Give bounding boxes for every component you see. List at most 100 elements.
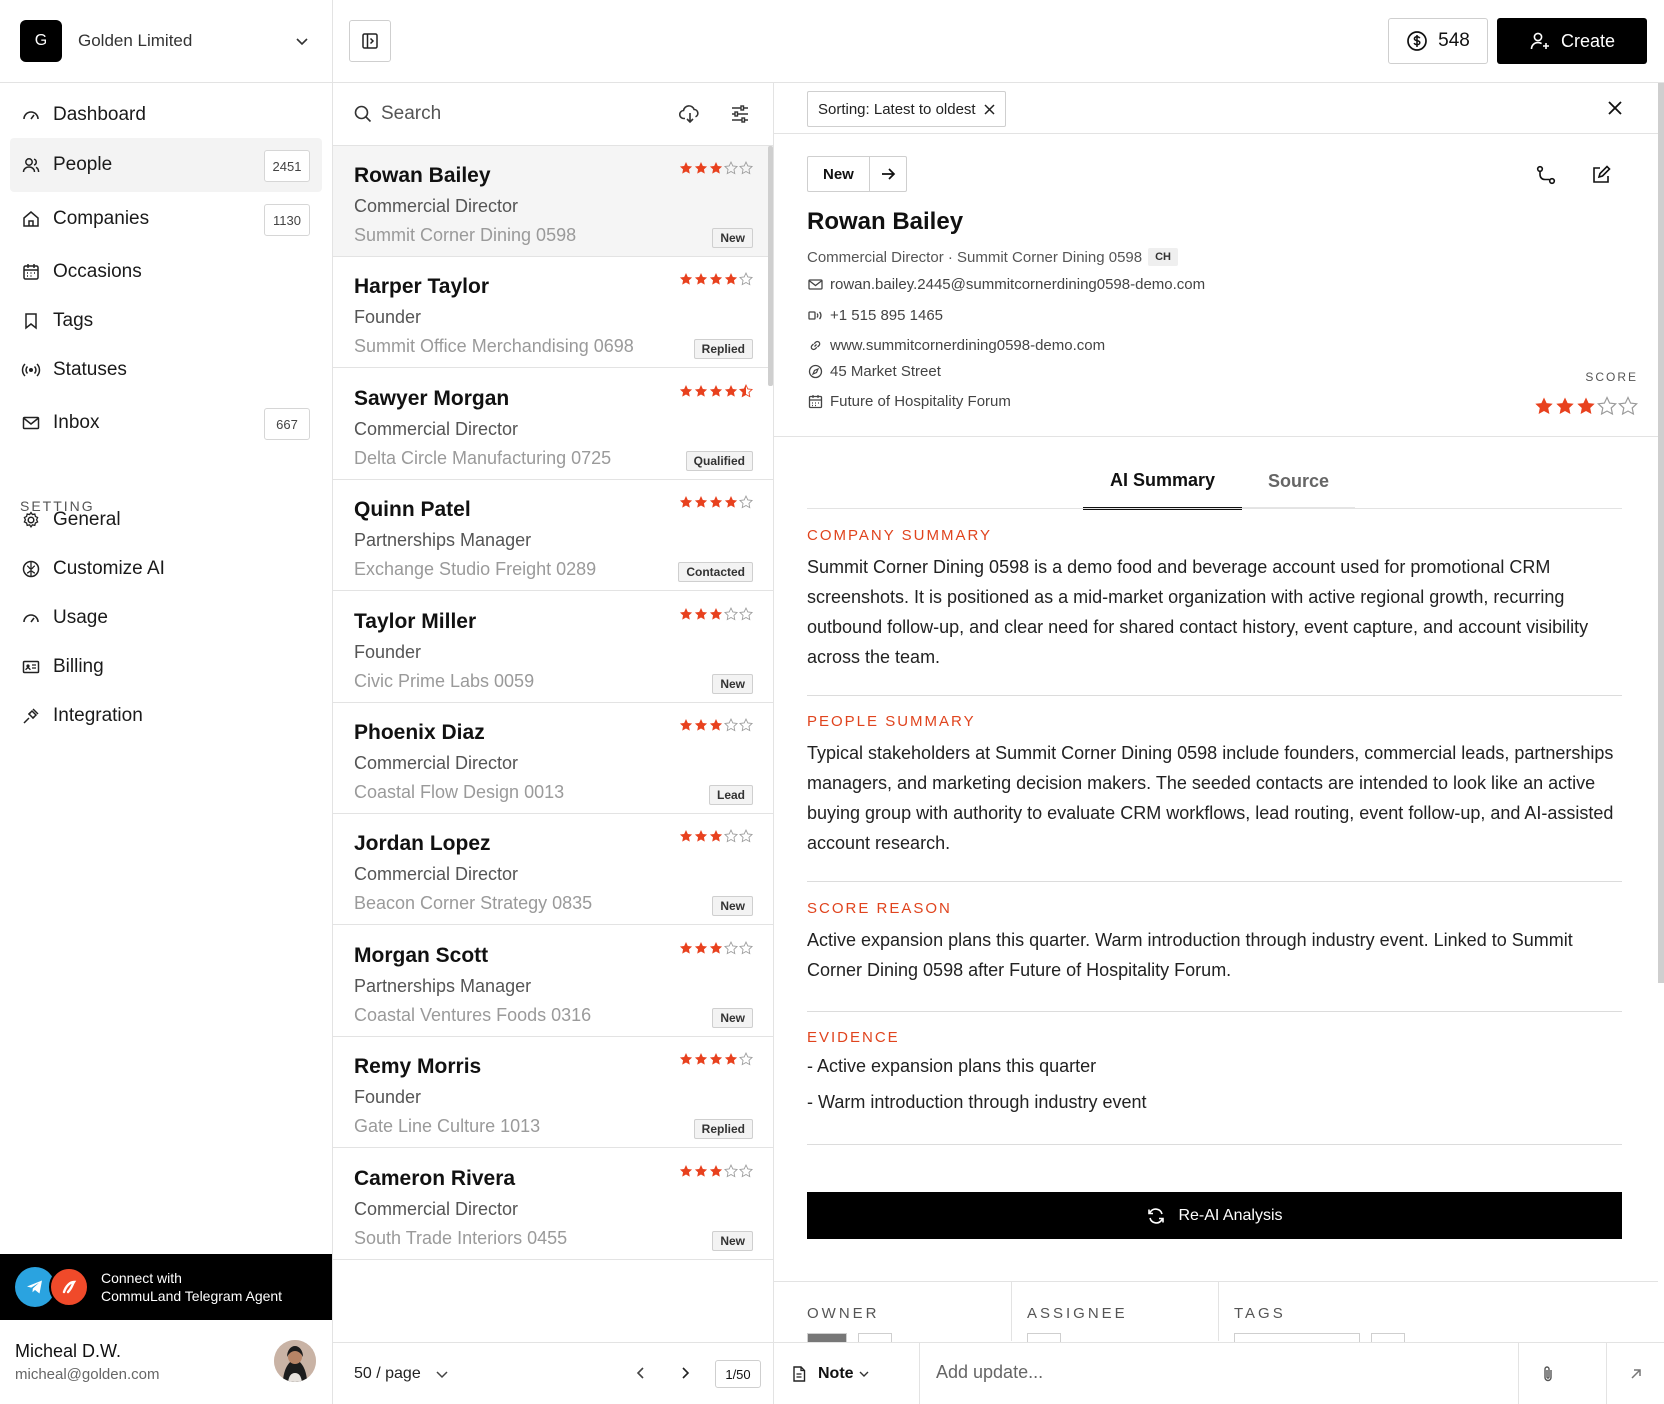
chevron-down-icon[interactable] (435, 1367, 449, 1381)
tags-field[interactable]: TAGS (1219, 1281, 1664, 1343)
org-switcher[interactable]: G Golden Limited (0, 0, 332, 83)
filter-sliders-icon[interactable] (729, 103, 751, 125)
user-profile[interactable]: Micheal D.W. micheal@golden.com (0, 1320, 332, 1404)
people-count-badge: 2451 (264, 150, 310, 182)
person-card[interactable]: Cameron Rivera Commercial Director South T… (333, 1149, 773, 1260)
person-card[interactable]: Morgan Scott Partnerships Manager Coastal … (333, 926, 773, 1037)
person-role: Founder (354, 642, 422, 662)
score-reason-text: Active expansion plans this quarter. War… (807, 930, 1573, 980)
sidebar-item-statuses[interactable]: Statuses (10, 343, 322, 397)
person-company: Civic Prime Labs 0059 (354, 671, 535, 691)
list-scrollbar[interactable] (768, 146, 773, 386)
phone-signal-icon (807, 308, 823, 324)
sidebar-item-inbox[interactable]: Inbox 667 (10, 396, 322, 450)
arrow-right-icon[interactable] (870, 157, 906, 191)
re-ai-analysis-button[interactable]: Re-AI Analysis (807, 1192, 1622, 1239)
star-icon (1576, 396, 1596, 416)
link-icon (807, 338, 823, 354)
previous-page-button[interactable] (633, 1365, 649, 1381)
note-type-select[interactable]: Note (774, 1343, 920, 1404)
sidebar-item-tags[interactable]: Tags (10, 294, 322, 348)
send-button[interactable] (1606, 1343, 1664, 1404)
detail-tabs: AI Summary Source (1083, 453, 1355, 510)
credits-value: 548 (1438, 30, 1470, 51)
star-icon (709, 607, 723, 621)
telegram-connect-banner[interactable]: Connect with CommuLand Telegram Agent (0, 1254, 332, 1320)
detail-scrollbar[interactable] (1658, 83, 1664, 983)
person-card[interactable]: Remy Morris Founder Gate Line Culture 1013… (333, 1037, 773, 1148)
person-card[interactable]: Jordan Lopez Commercial Director Beacon Co… (333, 814, 773, 925)
star-icon (694, 941, 708, 955)
people-list-panel: Search Rowan Bailey Commercial Director Su… (333, 83, 774, 1404)
credits-button[interactable]: 548 (1388, 18, 1488, 64)
update-input[interactable]: Add update... (936, 1362, 1043, 1383)
create-button[interactable]: Create (1497, 18, 1647, 64)
email-row[interactable]: rowan.bailey.2445@summitcornerdining0598… (807, 276, 1205, 293)
event-value: Future of Hospitality Forum (830, 393, 1011, 410)
person-company: Delta Circle Manufacturing 0725 (354, 448, 612, 468)
search-input[interactable]: Search (333, 83, 773, 146)
attach-button[interactable] (1518, 1343, 1576, 1404)
avatar[interactable] (274, 1340, 316, 1382)
sidebar-item-occasions[interactable]: Occasions (10, 245, 322, 299)
sidebar-item-billing[interactable]: Billing (10, 640, 322, 694)
person-card[interactable]: Phoenix Diaz Commercial Director Coastal F… (333, 703, 773, 814)
communand-logo-icon (49, 1267, 89, 1307)
top-bar: 548 Create (333, 0, 1664, 83)
person-card[interactable]: Sawyer Morgan Commercial Director Delta Ci… (333, 369, 773, 480)
close-panel-button[interactable] (1606, 99, 1624, 117)
sidebar-item-people[interactable]: People 2451 (10, 138, 322, 192)
person-name: Sawyer Morgan (354, 387, 510, 410)
person-name: Harper Taylor (354, 275, 489, 298)
address-row: 45 Market Street (807, 363, 941, 380)
star-icon (694, 829, 708, 843)
person-role: Commercial Director (354, 419, 519, 439)
status-value[interactable]: New (808, 157, 870, 191)
phone-row[interactable]: +1 515 895 1465 (807, 307, 943, 324)
sidebar-item-companies[interactable]: Companies 1130 (10, 192, 322, 246)
website-row[interactable]: www.summitcornerdining0598-demo.com (807, 337, 1105, 354)
person-card[interactable]: Taylor Miller Founder Civic Prime Labs 005… (333, 592, 773, 703)
star-icon (694, 1052, 708, 1066)
event-row[interactable]: Future of Hospitality Forum (807, 393, 1011, 410)
route-icon[interactable] (1535, 164, 1557, 186)
person-name: Taylor Miller (354, 610, 477, 633)
sorting-chip[interactable]: Sorting: Latest to oldest (807, 91, 1006, 127)
sidebar-item-usage[interactable]: Usage (10, 591, 322, 645)
sidebar-item-integration[interactable]: Integration (10, 689, 322, 743)
calendar-icon (807, 394, 823, 410)
toggle-sidebar-button[interactable] (349, 20, 391, 62)
tags-label: TAGS (1234, 1305, 1286, 1322)
score-reason-section: SCORE REASON Active expansion plans this… (807, 900, 1622, 985)
close-icon[interactable] (984, 103, 995, 115)
assignee-field[interactable]: ASSIGNEE (1012, 1281, 1219, 1343)
sidebar-item-customize-ai[interactable]: Customize AI (10, 542, 322, 596)
person-company: Beacon Corner Strategy 0835 (354, 893, 593, 913)
status-selector[interactable]: New (807, 156, 907, 192)
edit-icon[interactable] (1590, 164, 1612, 186)
person-company: Coastal Flow Design 0013 (354, 782, 565, 802)
owner-field[interactable]: OWNER (774, 1281, 1012, 1343)
sidebar-item-dashboard[interactable]: Dashboard (10, 88, 322, 142)
evidence-item: - Warm introduction through industry eve… (807, 1092, 1147, 1112)
next-page-button[interactable] (677, 1365, 693, 1381)
person-role: Commercial Director (354, 753, 519, 773)
id-card-icon (20, 656, 42, 678)
page-size-select[interactable]: 50 / page (354, 1365, 421, 1383)
star-empty-icon (1618, 396, 1638, 416)
tab-source[interactable]: Source (1242, 453, 1355, 509)
tab-ai-summary[interactable]: AI Summary (1083, 453, 1242, 510)
person-card[interactable]: Harper Taylor Founder Summit Office Mercha… (333, 257, 773, 368)
page-indicator: 1/50 (715, 1360, 761, 1388)
cloud-download-icon[interactable] (679, 103, 701, 125)
person-role: Partnerships Manager (354, 530, 532, 550)
person-company: Summit Corner Dining 0598 (354, 225, 577, 245)
star-icon (709, 495, 723, 509)
person-card[interactable]: Quinn Patel Partnerships Manager Exchange … (333, 480, 773, 591)
status-badge: New (712, 228, 753, 248)
star-empty-icon (739, 495, 753, 509)
home-icon (20, 208, 42, 230)
arrow-up-right-icon (1628, 1366, 1644, 1382)
star-empty-icon (724, 718, 738, 732)
person-card[interactable]: Rowan Bailey Commercial Director Summit Co… (333, 146, 773, 257)
